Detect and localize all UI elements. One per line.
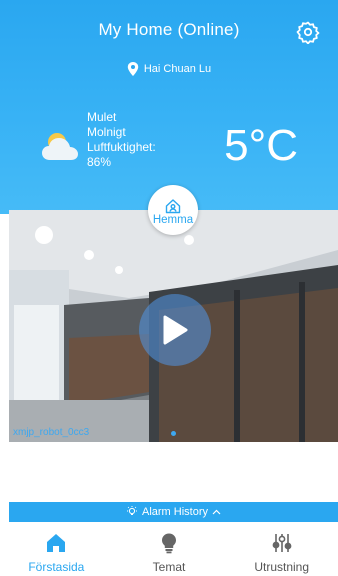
page-indicator-dot xyxy=(171,431,176,436)
nav-label-theme: Temat xyxy=(152,560,186,574)
bottom-navigation: Förstasida Temat Utrustning xyxy=(0,522,338,576)
camera-feed[interactable]: xmjp_robot_0cc3 xyxy=(9,210,338,442)
alarm-history-label: Alarm History xyxy=(141,506,208,518)
alarm-history-bar[interactable]: Alarm History xyxy=(9,502,338,522)
partly-cloudy-icon xyxy=(42,133,78,160)
page-title: My Home (Online) xyxy=(98,20,240,39)
location-label: Hai Chuan Lu xyxy=(143,63,212,75)
weather-condition: Mulet xyxy=(87,110,117,124)
home-mode-icon xyxy=(165,199,181,214)
nav-item-theme[interactable]: Temat xyxy=(113,522,226,576)
chevron-up-icon xyxy=(212,509,221,515)
camera-name: xmjp_robot_0cc3 xyxy=(13,427,90,438)
play-button[interactable] xyxy=(139,294,211,366)
home-mode-button[interactable]: Hemma xyxy=(148,185,198,235)
nav-item-home[interactable]: Förstasida xyxy=(0,522,113,576)
weather-condition-alt: Molnigt xyxy=(87,125,126,139)
lightbulb-icon xyxy=(126,506,137,515)
location-pin-icon xyxy=(127,62,139,76)
humidity-label: Luftfuktighet: xyxy=(87,140,156,154)
nav-label-home: Förstasida xyxy=(28,560,85,574)
bulb-icon xyxy=(162,533,176,554)
gear-icon[interactable] xyxy=(296,20,320,44)
home-icon xyxy=(47,534,66,552)
weather-details: Mulet Molnigt Luftfuktighet: 86% xyxy=(87,110,156,170)
home-mode-label: Hemma xyxy=(152,214,194,226)
humidity-value: 86% xyxy=(87,155,112,169)
nav-item-equipment[interactable]: Utrustning xyxy=(225,522,338,576)
sliders-icon xyxy=(272,534,292,552)
header: My Home (Online) Hai Chuan Lu Mulet Moln… xyxy=(0,0,338,214)
play-icon xyxy=(163,315,188,345)
location: Hai Chuan Lu xyxy=(0,62,338,76)
temperature: 5°C xyxy=(224,121,298,170)
nav-label-equipment: Utrustning xyxy=(254,560,310,574)
